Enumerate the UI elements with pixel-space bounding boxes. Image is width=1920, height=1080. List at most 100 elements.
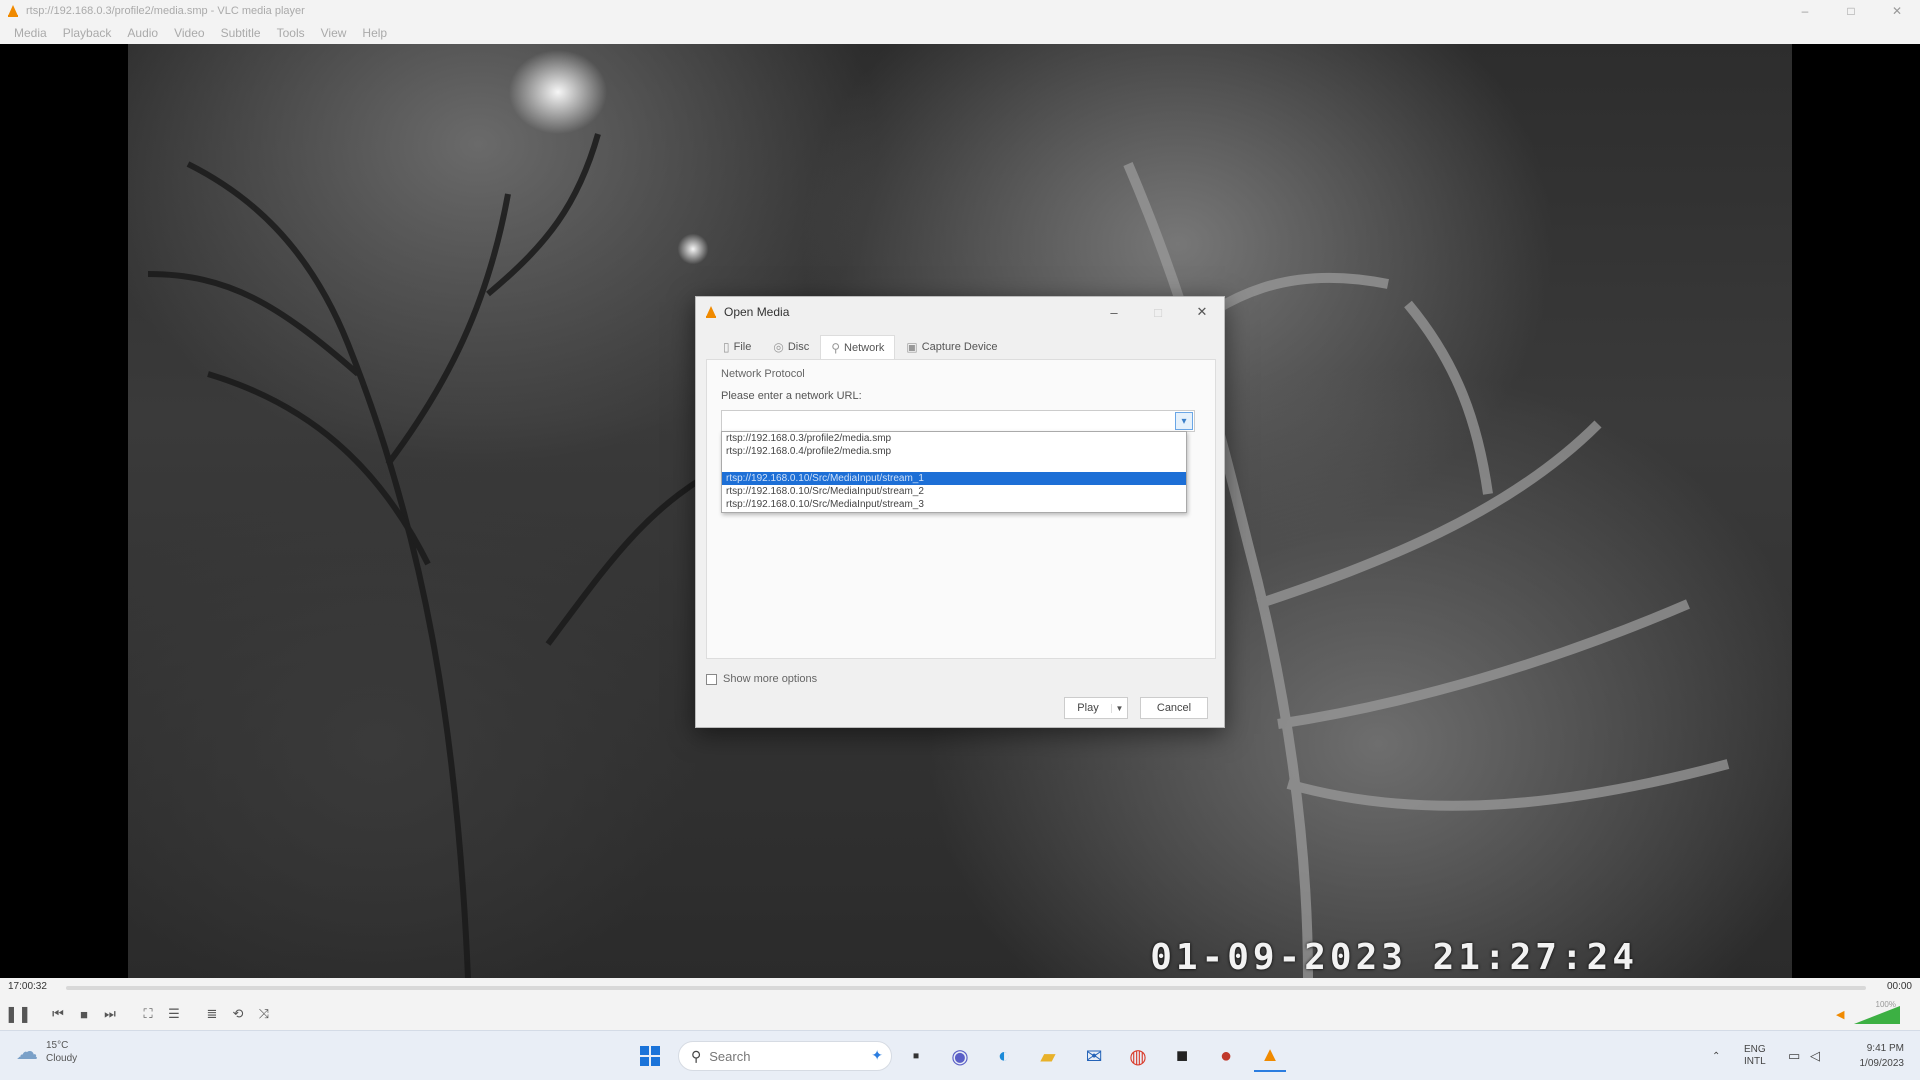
camera-timestamp-overlay: 01-09-2023 21:27:24 <box>1150 937 1638 978</box>
terminal-icon[interactable]: ■ <box>1166 1040 1198 1072</box>
language-indicator[interactable]: ENG INTL <box>1744 1031 1766 1080</box>
network-protocol-group-title: Network Protocol <box>721 368 805 380</box>
clock-time: 9:41 PM <box>1866 1043 1904 1054</box>
url-history-dropdown: rtsp://192.168.0.3/profile2/media.smp rt… <box>721 431 1187 513</box>
app-icon[interactable]: ● <box>1210 1040 1242 1072</box>
dialog-window-controls: – □ ✕ <box>1092 297 1224 327</box>
chevron-down-icon[interactable]: ▾ <box>1175 412 1193 430</box>
vlc-cone-icon <box>706 306 716 318</box>
url-history-item[interactable]: rtsp://192.168.0.4/profile2/media.smp <box>722 445 1186 458</box>
play-options-dropdown-icon[interactable]: ▼ <box>1111 703 1127 713</box>
title-bar: rtsp://192.168.0.3/profile2/media.smp - … <box>0 0 1920 22</box>
url-history-item-selected[interactable]: rtsp://192.168.0.10/Src/MediaInput/strea… <box>722 472 1186 485</box>
menu-audio[interactable]: Audio <box>127 26 158 40</box>
bing-icon: ✦ <box>871 1047 883 1063</box>
network-tray-icon[interactable]: ▭ <box>1788 1031 1800 1080</box>
language-code: ENG <box>1744 1044 1766 1055</box>
show-more-options-label: Show more options <box>723 673 818 685</box>
seek-slider[interactable] <box>66 986 1866 990</box>
volume-slider[interactable]: ◀ 100% <box>1836 1000 1906 1026</box>
search-icon: ⚲ <box>691 1047 702 1064</box>
chrome-icon[interactable]: ◍ <box>1122 1040 1154 1072</box>
url-history-item[interactable]: rtsp://192.168.0.10/Src/MediaInput/strea… <box>722 485 1186 498</box>
volume-percent: 100% <box>1875 1000 1896 1009</box>
vlc-window: rtsp://192.168.0.3/profile2/media.smp - … <box>0 0 1920 1080</box>
tab-network[interactable]: ⚲ Network <box>820 335 896 359</box>
maximize-button[interactable]: □ <box>1828 0 1874 22</box>
tab-capture-device[interactable]: ▣ Capture Device <box>895 335 1008 359</box>
show-more-options[interactable]: Show more options <box>706 673 817 685</box>
window-title: rtsp://192.168.0.3/profile2/media.smp - … <box>26 5 305 17</box>
capture-device-icon: ▣ <box>906 340 918 354</box>
stop-button[interactable]: ■ <box>74 1004 94 1024</box>
clock-date: 1/09/2023 <box>1859 1058 1905 1069</box>
menu-video[interactable]: Video <box>174 26 204 40</box>
cancel-button[interactable]: Cancel <box>1140 697 1208 719</box>
previous-button[interactable]: ⏮ <box>48 1004 68 1024</box>
menu-help[interactable]: Help <box>362 26 387 40</box>
pause-button[interactable]: ❚❚ <box>5 1004 32 1024</box>
tab-disc[interactable]: ◎ Disc <box>762 335 820 359</box>
elapsed-time[interactable]: 17:00:32 <box>8 981 47 992</box>
start-button[interactable] <box>634 1040 666 1072</box>
windows-taskbar: ☁ 15°C Cloudy ⚲ Search ✦ ▪ ◉ ◐ ▰ ✉ ◍ ■ ●… <box>0 1030 1920 1080</box>
menu-view[interactable]: View <box>321 26 347 40</box>
network-url-prompt: Please enter a network URL: <box>721 390 862 402</box>
window-controls: – □ ✕ <box>1782 0 1920 22</box>
taskbar-search-placeholder: Search <box>709 1048 751 1064</box>
file-explorer-icon[interactable]: ▰ <box>1032 1040 1064 1072</box>
menu-tools[interactable]: Tools <box>277 26 305 40</box>
disc-icon: ◎ <box>773 340 784 354</box>
weather-widget[interactable]: ☁ 15°C Cloudy <box>16 1039 77 1065</box>
vlc-taskbar-icon[interactable]: ▲ <box>1254 1040 1286 1072</box>
close-button[interactable]: ✕ <box>1874 0 1920 22</box>
shuffle-button[interactable]: ⤨ <box>254 1004 274 1024</box>
menu-bar: Media Playback Audio Video Subtitle Tool… <box>0 22 1920 44</box>
minimize-button[interactable]: – <box>1782 0 1828 22</box>
play-button-label: Play <box>1077 702 1099 714</box>
show-more-options-checkbox[interactable] <box>706 673 717 685</box>
file-icon: ▯ <box>723 340 730 354</box>
fullscreen-button[interactable]: ⛶ <box>138 1004 158 1024</box>
tray-overflow-icon[interactable]: ⌃ <box>1712 1031 1720 1080</box>
url-history-item[interactable]: rtsp://192.168.0.10/Src/MediaInput/strea… <box>722 498 1186 511</box>
menu-playback[interactable]: Playback <box>63 26 112 40</box>
mail-icon[interactable]: ✉ <box>1078 1040 1110 1072</box>
url-history-item[interactable]: rtsp://192.168.0.3/profile2/media.smp <box>722 432 1186 445</box>
network-url-combobox[interactable]: ▾ <box>721 410 1195 432</box>
cloud-icon: ☁ <box>16 1039 38 1064</box>
tab-file-label: File <box>733 341 752 353</box>
play-button[interactable]: Play ▼ <box>1064 697 1128 719</box>
menu-subtitle[interactable]: Subtitle <box>221 26 261 40</box>
tab-disc-label: Disc <box>787 341 810 353</box>
loop-button[interactable]: ⟲ <box>228 1004 248 1024</box>
network-tab-panel: Network Protocol Please enter a network … <box>706 359 1216 659</box>
task-view-icon[interactable]: ▪ <box>900 1040 932 1072</box>
seek-row: 17:00:32 00:00 <box>0 978 1920 998</box>
menu-media[interactable]: Media <box>14 26 47 40</box>
weather-condition: Cloudy <box>46 1053 78 1064</box>
dialog-title: Open Media <box>724 305 790 319</box>
dialog-minimize-button[interactable]: – <box>1092 297 1136 327</box>
tab-file[interactable]: ▯ File <box>712 335 762 359</box>
tab-network-label: Network <box>844 341 885 354</box>
system-clock[interactable]: 9:41 PM 1/09/2023 <box>1860 1041 1905 1071</box>
dialog-tabs: ▯ File ◎ Disc ⚲ Network ▣ Capture Device <box>712 335 1009 359</box>
windows-logo-icon <box>640 1046 660 1066</box>
playlist-button[interactable]: ≣ <box>202 1004 222 1024</box>
vlc-cone-icon <box>8 5 18 17</box>
dialog-close-button[interactable]: ✕ <box>1180 297 1224 327</box>
network-icon: ⚲ <box>831 340 841 355</box>
weather-temperature: 15°C <box>46 1040 69 1051</box>
chat-icon[interactable]: ◉ <box>944 1040 976 1072</box>
speaker-tray-icon[interactable]: ◁ <box>1810 1031 1820 1080</box>
next-button[interactable]: ⏭ <box>100 1004 120 1024</box>
extended-settings-button[interactable]: ☰ <box>164 1004 184 1024</box>
playback-controls: ❚❚ ⏮ ■ ⏭ ⛶ ☰ ≣ ⟲ ⤨ ◀ 100% <box>0 998 1920 1030</box>
dialog-maximize-button[interactable]: □ <box>1136 297 1180 327</box>
remaining-time[interactable]: 00:00 <box>1887 981 1912 992</box>
edge-icon[interactable]: ◐ <box>988 1040 1020 1072</box>
language-layout: INTL <box>1744 1056 1766 1067</box>
tab-capture-device-label: Capture Device <box>921 341 998 353</box>
taskbar-search[interactable]: ⚲ Search ✦ <box>678 1041 892 1071</box>
